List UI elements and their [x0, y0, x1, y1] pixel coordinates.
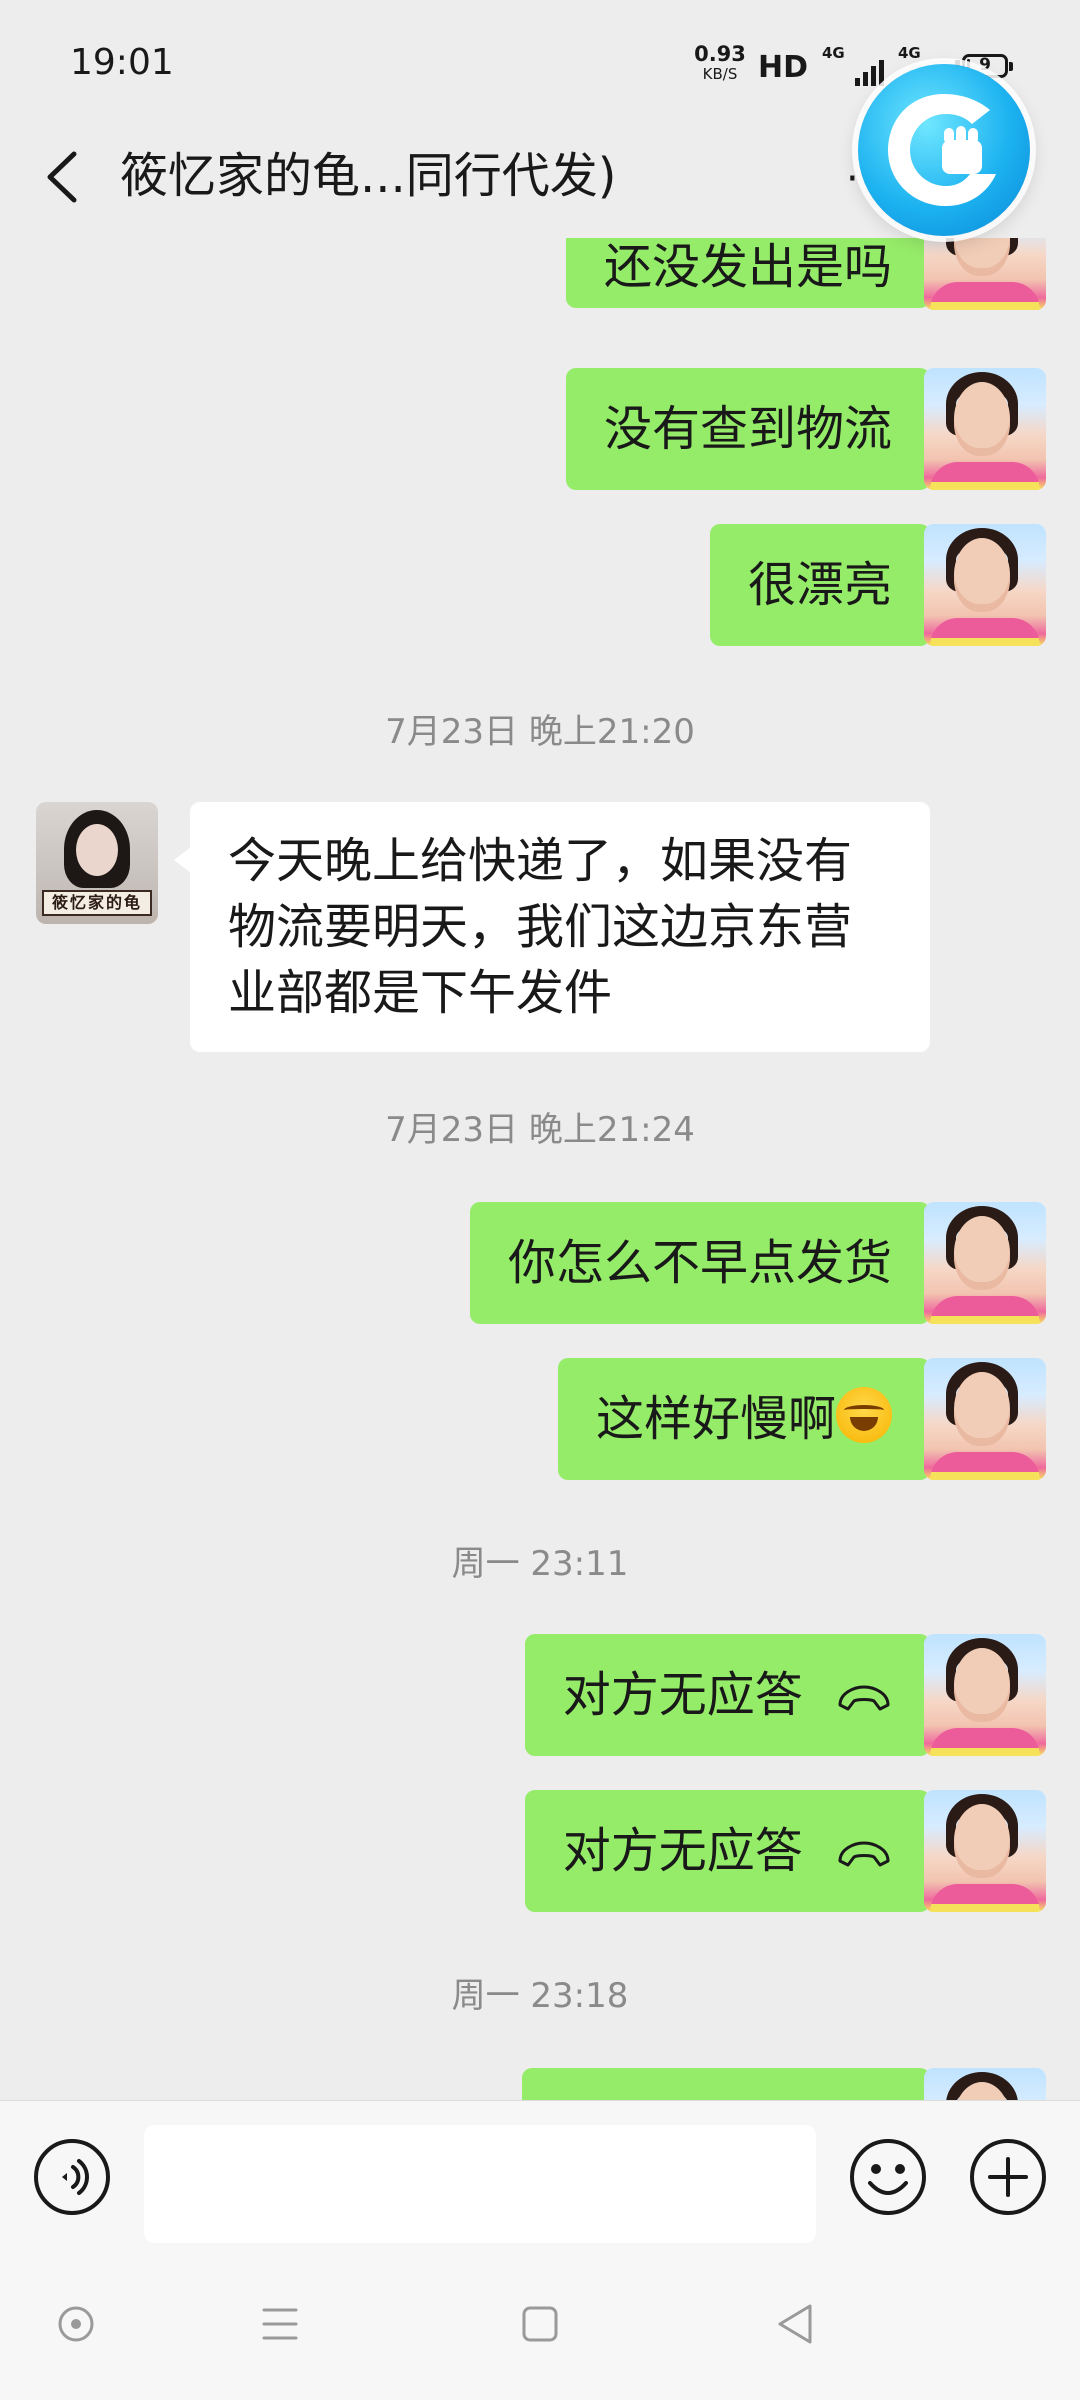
message-text: 今天晚上给快递了，如果没有物流要明天，我们这边京东营业部都是下午发件 [228, 833, 853, 1021]
sim1-network-type: 4G [822, 44, 845, 62]
input-bar [0, 2100, 1080, 2248]
crying-laughing-emoji-icon [836, 1387, 892, 1443]
voice-input-button[interactable] [32, 2137, 112, 2217]
call-record-bubble[interactable]: 对方无应答 [524, 1790, 947, 1912]
nav-recent-apps-button[interactable] [240, 2290, 320, 2358]
more-functions-button[interactable] [968, 2137, 1048, 2217]
assistant-dot-icon [58, 2306, 94, 2342]
nav-assistant-button[interactable] [36, 2290, 116, 2358]
hd-voice-badge: HD [758, 50, 808, 85]
message-bubble[interactable]: 很漂亮 [709, 524, 947, 646]
message-text: 对方无应答 [562, 1823, 803, 1879]
message-text: 这样好慢啊 [595, 1391, 836, 1447]
self-avatar[interactable] [924, 1358, 1046, 1480]
message-bubble[interactable]: 还没发出是吗 [565, 238, 947, 308]
message-text: 你怎么不早点发货 [507, 1235, 892, 1291]
message-text: 没有查到物流 [603, 401, 892, 457]
sim2-network-type: 4G [898, 44, 921, 62]
message-bubble[interactable] [522, 2068, 930, 2100]
timestamp: 周一 23:11 [451, 1544, 629, 1584]
timestamp: 周一 23:18 [451, 1976, 629, 2016]
message-text: 很漂亮 [747, 557, 892, 613]
timestamp: 7月23日 晚上21:24 [385, 1110, 695, 1150]
hang-up-phone-icon [838, 1685, 890, 1711]
emoji-button[interactable] [848, 2137, 928, 2217]
call-record-bubble[interactable]: 对方无应答 [524, 1634, 947, 1756]
message-text: 对方无应答 [562, 1667, 803, 1723]
hd-label: HD [758, 50, 809, 85]
self-avatar[interactable] [924, 1790, 1046, 1912]
message-bubble[interactable]: 今天晚上给快递了，如果没有物流要明天，我们这边京东营业部都是下午发件 [174, 802, 930, 1052]
hang-up-phone-icon [838, 1841, 890, 1867]
network-speed-unit: KB/S [702, 65, 738, 83]
message-text: 还没发出是吗 [603, 239, 892, 295]
chat-title: 筱忆家的龟...同行代发) [120, 148, 617, 204]
message-input[interactable] [144, 2125, 816, 2243]
self-avatar[interactable] [924, 2068, 1046, 2100]
menu-lines-icon [262, 2308, 298, 2340]
nav-back-button[interactable] [756, 2290, 836, 2358]
peer-avatar-caption: 筱忆家的龟 [42, 890, 152, 916]
plus-circle-icon [970, 2139, 1046, 2215]
network-speed: 0.93 KB/S [694, 44, 746, 82]
self-avatar[interactable] [924, 524, 1046, 646]
message-bubble[interactable]: 没有查到物流 [565, 368, 947, 490]
floating-app-logo-icon[interactable] [858, 64, 1030, 236]
self-avatar[interactable] [924, 1634, 1046, 1756]
self-avatar[interactable] [924, 1202, 1046, 1324]
message-list[interactable]: 还没发出是吗 没有查到物流 很漂亮 7月23日 晚上21:20 筱忆家的龟 今天… [0, 238, 1080, 2100]
self-avatar[interactable] [924, 368, 1046, 490]
nav-home-button[interactable] [500, 2290, 580, 2358]
network-speed-value: 0.93 [694, 42, 746, 66]
home-square-icon [522, 2306, 558, 2342]
timestamp: 7月23日 晚上21:20 [385, 712, 695, 752]
system-navigation-bar [0, 2248, 1080, 2400]
self-avatar[interactable] [924, 238, 1046, 310]
status-time: 19:01 [70, 42, 174, 83]
back-button[interactable] [36, 142, 92, 212]
message-bubble[interactable]: 你怎么不早点发货 [469, 1202, 947, 1324]
back-triangle-icon [778, 2304, 812, 2344]
peer-avatar[interactable]: 筱忆家的龟 [36, 802, 158, 924]
voice-icon [34, 2139, 110, 2215]
message-bubble[interactable]: 这样好慢啊 [557, 1358, 947, 1480]
emoji-smile-icon [850, 2139, 926, 2215]
back-arrow-icon [47, 151, 77, 203]
